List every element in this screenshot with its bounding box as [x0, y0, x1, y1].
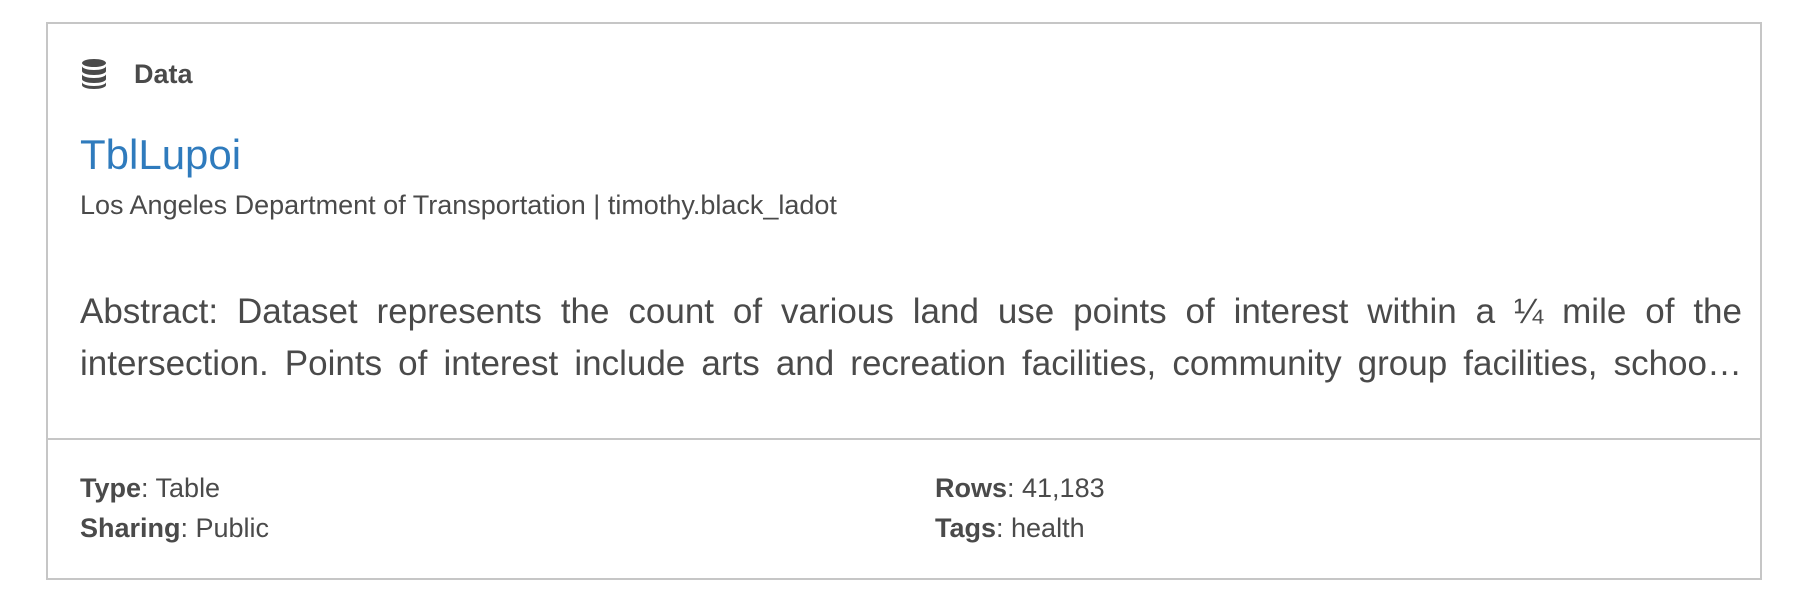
card-meta-section: Type: Table Sharing: Public Rows: 41,183…	[48, 440, 1760, 578]
meta-rows: Rows: 41,183	[935, 468, 1105, 508]
meta-sharing-value: : Public	[180, 513, 270, 543]
card-header-section: Data TblLupoi Los Angeles Department of …	[48, 24, 1760, 440]
meta-tags-value: : health	[996, 513, 1085, 543]
meta-tags-key: Tags	[935, 513, 997, 543]
meta-sharing-key: Sharing	[80, 513, 181, 543]
database-icon	[82, 59, 106, 89]
dataset-title-link[interactable]: TblLupoi	[80, 130, 241, 180]
owner-line: Los Angeles Department of Transportation…	[80, 190, 837, 220]
dataset-card: Data TblLupoi Los Angeles Department of …	[46, 22, 1762, 580]
meta-rows-value: : 41,183	[1007, 473, 1105, 503]
meta-tags: Tags: health	[935, 508, 1105, 548]
meta-rows-key: Rows	[935, 473, 1008, 503]
meta-type-key: Type	[80, 473, 142, 503]
meta-sharing: Sharing: Public	[80, 508, 269, 548]
item-type-line: Data	[80, 54, 193, 94]
meta-right-column: Rows: 41,183 Tags: health	[935, 468, 1105, 548]
item-type-label: Data	[134, 58, 193, 89]
abstract-content: Abstract: Dataset represents the count o…	[80, 292, 1742, 383]
meta-left-column: Type: Table Sharing: Public	[80, 468, 269, 548]
meta-type: Type: Table	[80, 468, 269, 508]
meta-type-value: : Table	[141, 473, 221, 503]
abstract-text: Abstract: Dataset represents the count o…	[80, 286, 1742, 390]
